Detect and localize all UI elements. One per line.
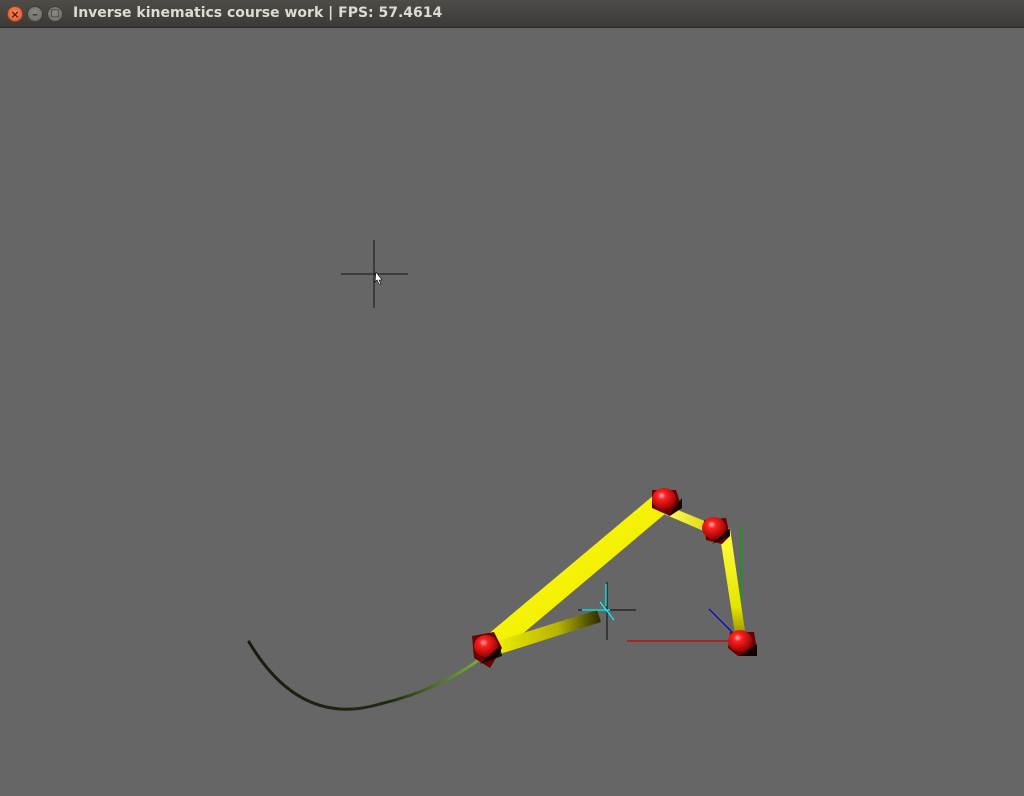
minimize-button[interactable]: –: [27, 6, 43, 22]
window-titlebar[interactable]: × – □ Inverse kinematics course work | F…: [0, 0, 1024, 28]
scene-canvas[interactable]: [0, 28, 1024, 796]
minimize-icon: –: [32, 7, 38, 21]
close-button[interactable]: ×: [7, 6, 23, 22]
target-crosshair: [578, 582, 636, 640]
window-title: Inverse kinematics course work | FPS: 57…: [73, 5, 443, 21]
close-icon: ×: [10, 7, 20, 21]
joint-base: [728, 630, 757, 656]
trajectory-curve: [247, 640, 486, 711]
maximize-icon: □: [50, 8, 60, 19]
joint-2: [702, 517, 730, 544]
gl-viewport[interactable]: [0, 28, 1024, 796]
cursor-crosshair: [341, 240, 408, 308]
maximize-button[interactable]: □: [47, 6, 63, 22]
